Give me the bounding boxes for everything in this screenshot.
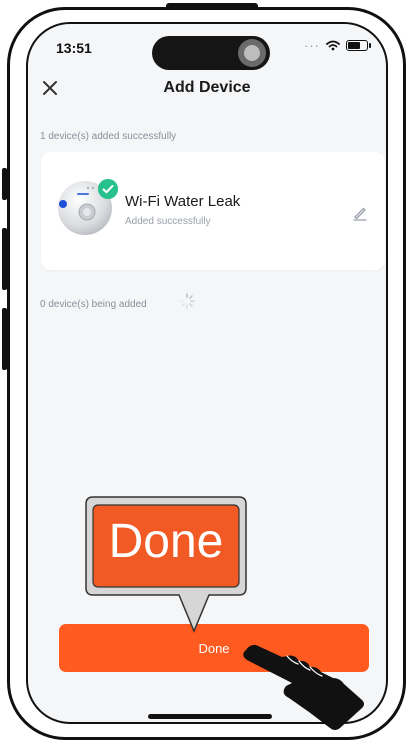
dynamic-island xyxy=(152,36,270,70)
done-callout: Done xyxy=(85,496,247,636)
spinner-icon xyxy=(179,293,195,309)
adding-section-label: 0 device(s) being added xyxy=(40,299,147,310)
check-icon xyxy=(98,179,118,199)
wifi-icon xyxy=(326,40,340,51)
hand-pointer-icon xyxy=(243,644,364,730)
callout-text: Done xyxy=(108,514,224,568)
pencil-icon[interactable] xyxy=(351,204,369,222)
battery-icon xyxy=(346,40,371,51)
phone-side-button xyxy=(2,228,7,290)
page-title: Add Device xyxy=(163,79,251,96)
phone-side-button xyxy=(2,308,7,370)
camera-icon xyxy=(238,39,266,67)
status-icons: ··· xyxy=(304,38,371,53)
device-card[interactable]: Wi-Fi Water Leak Added successfully xyxy=(41,152,385,270)
device-name: Wi-Fi Water Leak xyxy=(125,193,241,210)
added-section-label: 1 device(s) added successfully xyxy=(40,131,177,142)
phone-side-button xyxy=(2,168,7,200)
status-time: 13:51 xyxy=(56,40,92,56)
device-status: Added successfully xyxy=(125,216,211,227)
signal-dots-icon: ··· xyxy=(304,38,320,53)
